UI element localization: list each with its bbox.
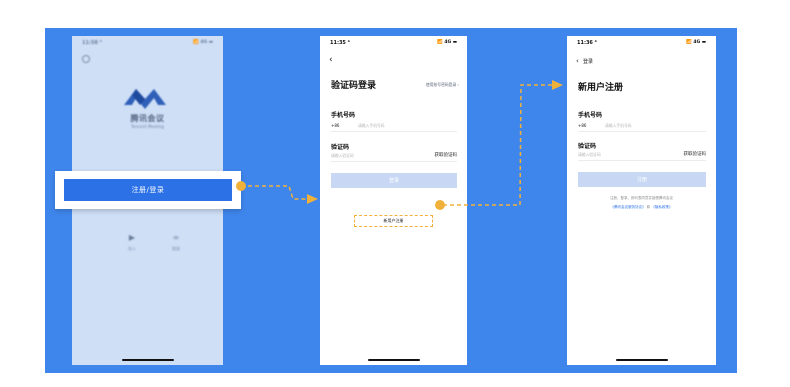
flow-arrowhead-2	[552, 80, 563, 90]
flow-arrows	[236, 80, 563, 210]
flow-canvas: 11:58 ⁴ 📶 4G ▬ 腾讯会议 Tencent Meeting ▶ 加入…	[45, 28, 737, 373]
flow-dot-1	[236, 181, 246, 191]
flow-arrow-2	[443, 84, 553, 206]
flow-arrowhead-1	[307, 194, 318, 204]
flow-dot-2	[435, 200, 445, 210]
flow-arrow-1	[241, 185, 307, 200]
